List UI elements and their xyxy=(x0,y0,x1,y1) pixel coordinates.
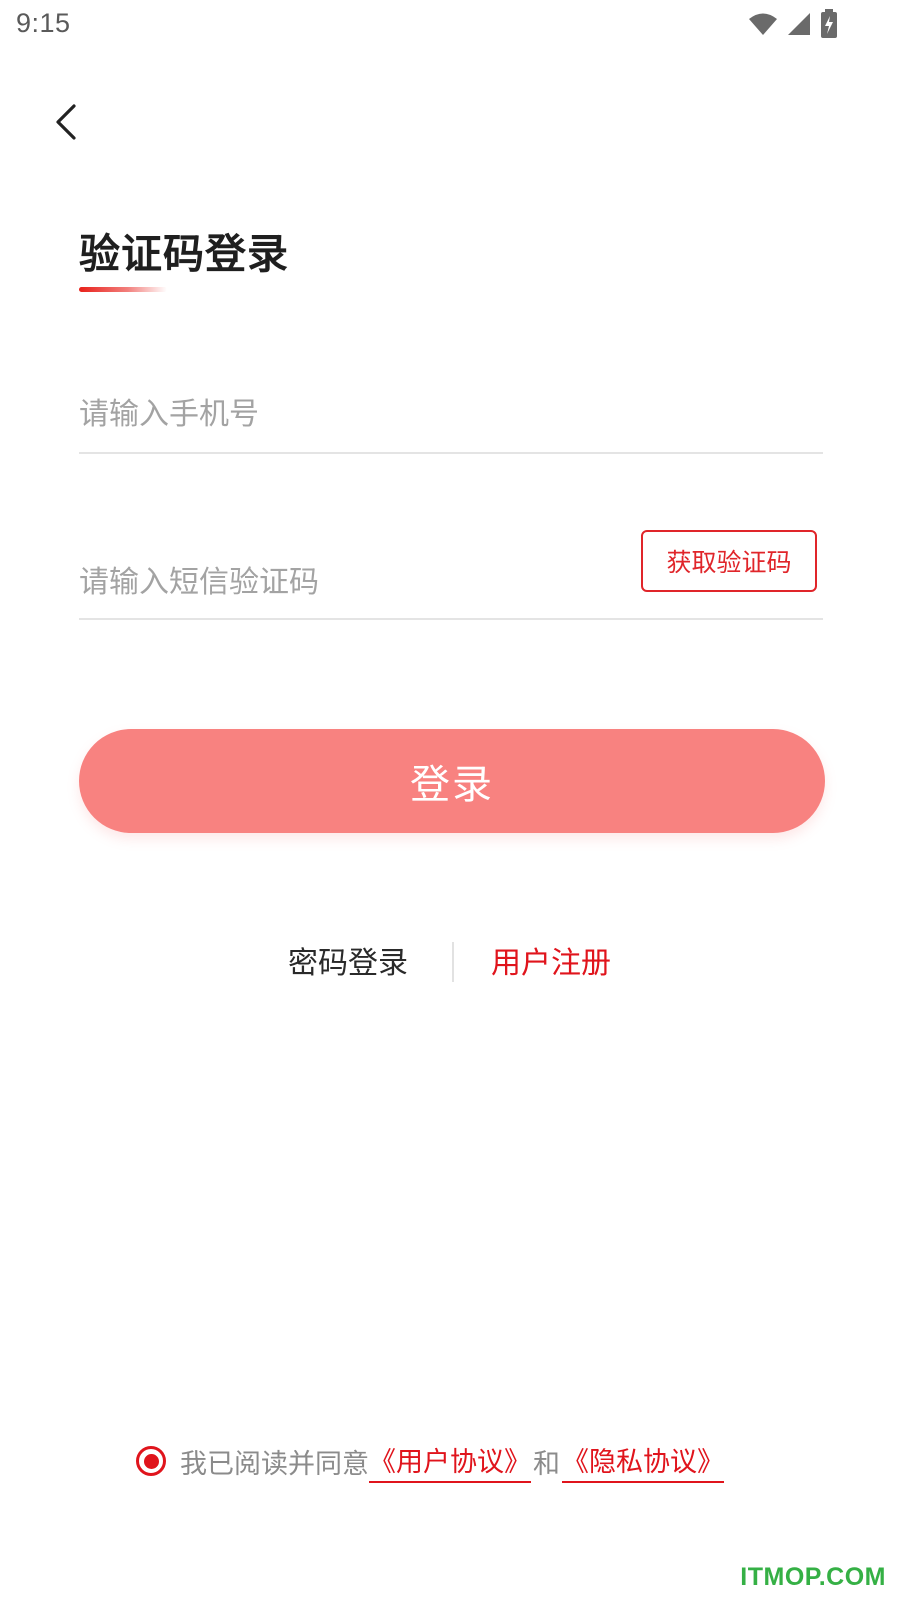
password-login-link[interactable]: 密码登录 xyxy=(288,938,408,982)
login-button[interactable]: 登录 xyxy=(79,729,825,833)
status-time: 9:15 xyxy=(16,8,71,38)
back-button[interactable] xyxy=(44,100,88,148)
agreement-prefix: 我已阅读并同意 xyxy=(180,1448,369,1480)
watermark: ITMOP.COM xyxy=(740,1563,886,1591)
cellular-signal-icon xyxy=(786,11,812,41)
sms-code-input[interactable] xyxy=(79,565,579,600)
agreement-radio[interactable] xyxy=(136,1446,166,1476)
phone-field-row xyxy=(79,382,823,454)
agreement-row: 我已阅读并同意 《用户协议》 和 《隐私协议》 xyxy=(136,1440,724,1483)
title-underline xyxy=(79,287,167,292)
radio-checked-dot xyxy=(143,1453,159,1469)
agreement-and-text: 和 xyxy=(533,1448,560,1480)
get-code-button[interactable]: 获取验证码 xyxy=(641,530,817,592)
status-icons xyxy=(748,9,838,43)
phone-input[interactable] xyxy=(79,397,579,432)
sms-code-field-row: 获取验证码 xyxy=(79,530,823,620)
chevron-left-icon xyxy=(54,103,78,145)
login-switch-row: 密码登录 用户注册 xyxy=(0,938,900,984)
battery-charging-icon xyxy=(820,9,838,43)
page-title: 验证码登录 xyxy=(79,230,289,278)
privacy-agreement-link[interactable]: 《隐私协议》 xyxy=(562,1440,724,1483)
register-link[interactable]: 用户注册 xyxy=(491,938,611,982)
user-agreement-link[interactable]: 《用户协议》 xyxy=(369,1440,531,1483)
wifi-icon xyxy=(748,11,778,41)
switch-divider xyxy=(452,942,454,982)
status-bar: 9:15 xyxy=(0,0,900,52)
